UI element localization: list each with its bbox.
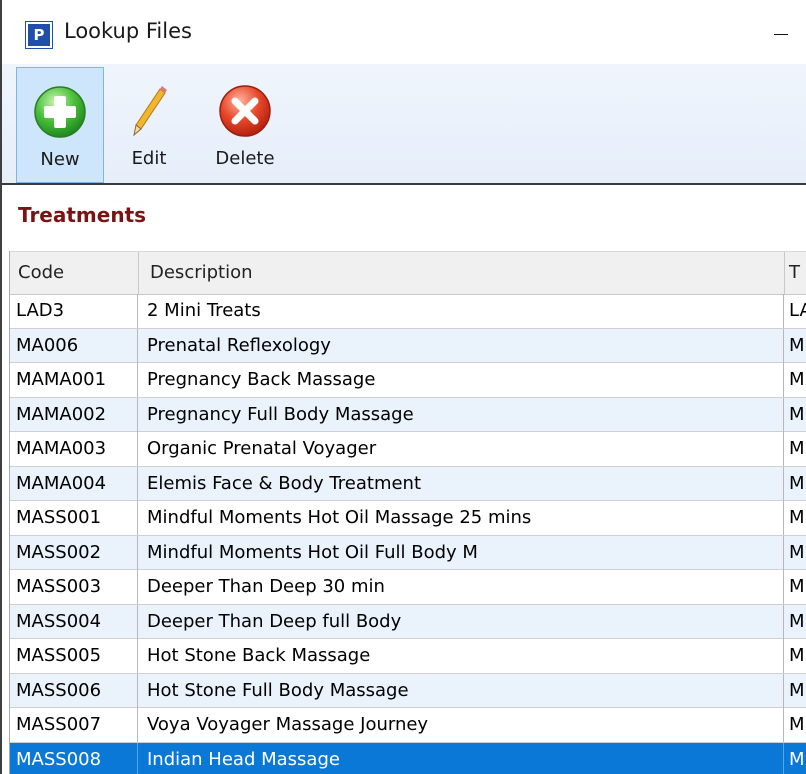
treatments-grid[interactable]: Code Description T LAD32 Mini TreatsLAMA… (9, 251, 806, 774)
grid-header: Code Description T (10, 251, 806, 295)
cell-code: MASS004 (10, 604, 138, 639)
cell-description: Mindful Moments Hot Oil Massage 25 mins (138, 501, 784, 535)
cell-type: M (789, 576, 805, 597)
cell-type: M (789, 403, 805, 425)
column-header-type[interactable]: T (784, 252, 806, 294)
new-button[interactable]: New (16, 67, 104, 183)
cell-code: MASS005 (10, 639, 138, 673)
delete-button[interactable]: Delete (200, 67, 290, 183)
edit-button[interactable]: Edit (116, 67, 182, 183)
cell-code: MASS006 (10, 673, 138, 708)
minimize-button[interactable] (762, 22, 802, 46)
cell-type: M (789, 645, 805, 666)
cell-type: M (789, 748, 805, 770)
table-row[interactable]: MASS007 Voya Voyager Massage Journey M (10, 708, 806, 743)
minimize-icon (774, 34, 788, 35)
add-icon (34, 86, 86, 138)
cell-description: Deeper Than Deep 30 min (138, 570, 784, 604)
delete-label: Delete (215, 148, 275, 169)
cell-code: MAMA004 (10, 466, 138, 501)
grid-rows: LAD32 Mini TreatsLAMA006Prenatal Reflexo… (10, 294, 806, 774)
cell-code: MASS003 (10, 570, 138, 604)
table-row[interactable]: MAMA001 Pregnancy Back Massage M (10, 363, 806, 398)
table-row[interactable]: MASS002 Mindful Moments Hot Oil Full Body… (10, 535, 806, 570)
cell-code: MAMA001 (10, 363, 138, 397)
cell-description: Indian Head Massage (138, 742, 784, 774)
section-title: Treatments (18, 203, 147, 227)
table-row[interactable]: MAMA004 Elemis Face & Body Treatment M (10, 466, 806, 501)
cell-type: M (789, 507, 805, 528)
cell-type: M (789, 679, 805, 701)
cell-description: Elemis Face & Body Treatment (138, 466, 784, 501)
cell-code: MASS007 (10, 708, 138, 742)
column-header-code[interactable]: Code (10, 252, 138, 294)
cell-code: MAMA003 (10, 432, 138, 466)
table-row[interactable]: MASS004 Deeper Than Deep full Body M (10, 604, 806, 639)
column-header-description[interactable]: Description (138, 252, 784, 294)
cell-code: LAD3 (10, 294, 138, 328)
table-row[interactable]: LAD32 Mini TreatsLA (10, 294, 806, 329)
cell-code: MASS008 (10, 742, 138, 774)
table-row[interactable]: MASS003 Deeper Than Deep 30 min M (10, 570, 806, 605)
table-row[interactable]: MASS008 Indian Head Massage M (10, 742, 806, 774)
cell-description: Deeper Than Deep full Body (138, 604, 784, 639)
cell-description: 2 Mini Treats (138, 294, 784, 328)
table-row[interactable]: MASS006 Hot Stone Full Body Massage M (10, 673, 806, 708)
app-icon: P (25, 21, 53, 49)
cell-type: M (789, 472, 805, 494)
cell-type: M (789, 334, 805, 356)
table-row[interactable]: MASS001 Mindful Moments Hot Oil Massage 2… (10, 501, 806, 536)
cell-description: Mindful Moments Hot Oil Full Body M (138, 535, 784, 570)
cell-description: Pregnancy Full Body Massage (138, 397, 784, 432)
cell-type: LA (789, 300, 806, 321)
toolbar: New Edit Delete (2, 64, 806, 185)
cell-description: Pregnancy Back Massage (138, 363, 784, 397)
table-row[interactable]: MAMA002 Pregnancy Full Body Massage M (10, 397, 806, 432)
table-row[interactable]: MASS005 Hot Stone Back Massage M (10, 639, 806, 674)
cell-description: Voya Voyager Massage Journey (138, 708, 784, 742)
window-title: Lookup Files (64, 19, 192, 43)
title-bar: P Lookup Files (2, 0, 806, 64)
cell-type: M (789, 541, 805, 563)
cell-description: Hot Stone Back Massage (138, 639, 784, 673)
cell-code: MAMA002 (10, 397, 138, 432)
new-label: New (40, 149, 80, 170)
cell-type: M (789, 369, 805, 390)
edit-label: Edit (131, 148, 167, 169)
cell-code: MASS002 (10, 535, 138, 570)
cell-code: MA006 (10, 328, 138, 363)
table-row[interactable]: MA006 Prenatal Reflexology M (10, 328, 806, 363)
cell-type: M (789, 714, 805, 735)
cell-description: Organic Prenatal Voyager (138, 432, 784, 466)
cell-description: Prenatal Reflexology (138, 328, 784, 363)
delete-icon (219, 85, 271, 137)
cell-type: M (789, 438, 805, 459)
cell-code: MASS001 (10, 501, 138, 535)
table-row[interactable]: MAMA003 Organic Prenatal Voyager M (10, 432, 806, 467)
pencil-icon (133, 86, 167, 137)
cell-description: Hot Stone Full Body Massage (138, 673, 784, 708)
cell-type: M (789, 610, 805, 632)
